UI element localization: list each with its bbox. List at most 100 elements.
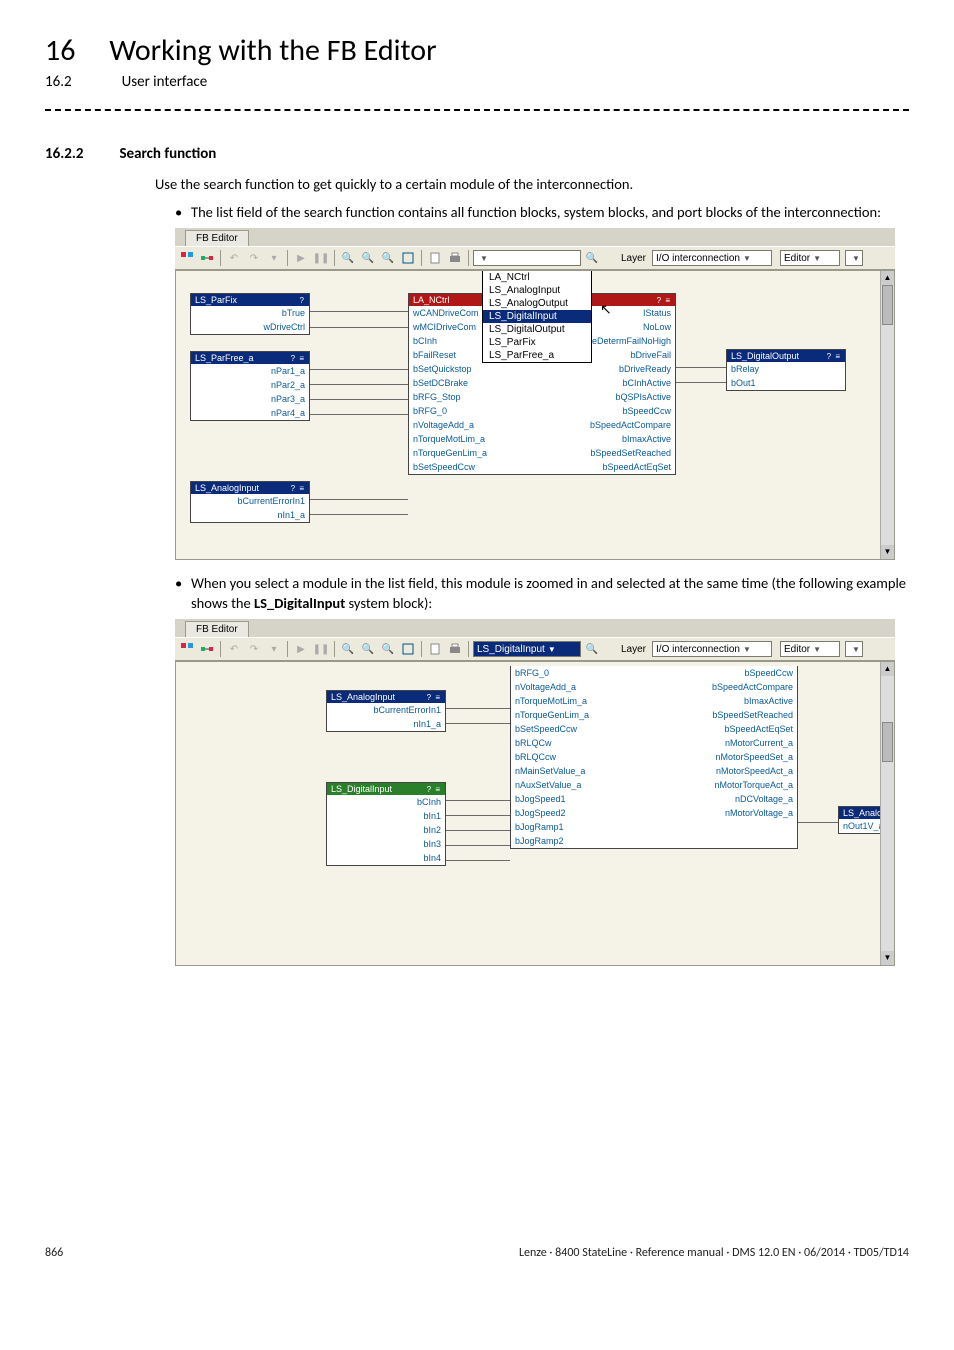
port[interactable]: bRFG_0 <box>511 666 654 680</box>
port[interactable]: nPar4_a <box>191 406 309 420</box>
list-item[interactable]: LS_ParFree_a <box>483 349 591 362</box>
port[interactable]: bSetSpeedCcw <box>409 460 542 474</box>
search-dropdown-list[interactable]: LA_NCtrl LS_AnalogInput LS_AnalogOutput … <box>482 270 592 363</box>
tool-undo-icon[interactable]: ↶ <box>225 249 243 267</box>
vertical-scrollbar[interactable]: ▲ ▼ <box>880 271 894 559</box>
port[interactable]: nMotorSpeedAct_a <box>654 764 797 778</box>
port[interactable]: bOut1 <box>727 376 845 390</box>
port[interactable]: bRFG_Stop <box>409 390 542 404</box>
tool-new-icon[interactable] <box>426 640 444 658</box>
tool-zoomin-icon[interactable]: 🔍 <box>339 249 357 267</box>
port[interactable]: bJogRamp2 <box>511 834 654 848</box>
list-item[interactable]: LS_AnalogInput <box>483 284 591 297</box>
port[interactable]: bCInhActive <box>542 376 675 390</box>
port[interactable]: nTorqueGenLim_a <box>511 708 654 722</box>
port[interactable]: bSpeedActCompare <box>654 680 797 694</box>
block-ls-parfree-a[interactable]: LS_ParFree_a? ≡ nPar1_a nPar2_a nPar3_a … <box>190 351 310 421</box>
block-ls-parfix[interactable]: LS_ParFix? bTrue wDriveCtrl <box>190 293 310 335</box>
port[interactable]: nMotorSpeedSet_a <box>654 750 797 764</box>
port[interactable]: bSpeedSetReached <box>542 446 675 460</box>
port[interactable]: nMotorVoltage_a <box>654 806 797 820</box>
port[interactable]: nMainSetValue_a <box>511 764 654 778</box>
port[interactable]: bRFG_0 <box>409 404 542 418</box>
port[interactable]: bIn1 <box>327 809 445 823</box>
port[interactable]: nVoltageAdd_a <box>511 680 654 694</box>
tab-fb-editor[interactable]: FB Editor <box>185 230 249 246</box>
port[interactable]: nTorqueGenLim_a <box>409 446 542 460</box>
tool-zoomout-icon[interactable]: 🔍 <box>359 249 377 267</box>
scroll-thumb[interactable] <box>882 722 893 762</box>
tool-zoomwin-icon[interactable] <box>399 249 417 267</box>
scroll-thumb[interactable] <box>882 285 893 325</box>
search-combo[interactable]: ▼ <box>473 250 581 266</box>
tool-zoomin-icon[interactable]: 🔍 <box>339 640 357 658</box>
tool-undo-icon[interactable]: ↶ <box>225 640 243 658</box>
editor-canvas[interactable]: LA_NCtrl LS_AnalogInput LS_AnalogOutput … <box>175 270 895 560</box>
port[interactable]: nDCVoltage_a <box>654 792 797 806</box>
port[interactable]: nIn1_a <box>327 717 445 731</box>
port[interactable]: bImaxActive <box>654 694 797 708</box>
tool-play-icon[interactable]: ▶ <box>292 249 310 267</box>
tool-redo-icon[interactable]: ↷ <box>245 640 263 658</box>
port[interactable]: bJogSpeed2 <box>511 806 654 820</box>
block-center[interactable]: bRFG_0 nVoltageAdd_a nTorqueMotLim_a nTo… <box>510 666 798 849</box>
port[interactable]: bSetDCBrake <box>409 376 542 390</box>
block-ls-analoginput[interactable]: LS_AnalogInput? ≡ bCurrentErrorIn1 nIn1_… <box>326 690 446 732</box>
port[interactable]: bSpeedCcw <box>654 666 797 680</box>
editor-extra-combo[interactable]: ▼ <box>845 250 863 266</box>
scroll-up-icon[interactable]: ▲ <box>881 271 894 285</box>
editor-canvas[interactable]: LS_AnalogInput? ≡ bCurrentErrorIn1 nIn1_… <box>175 661 895 966</box>
port[interactable]: nPar3_a <box>191 392 309 406</box>
tool-arrange-icon[interactable] <box>178 640 196 658</box>
scroll-up-icon[interactable]: ▲ <box>881 662 894 676</box>
layer-combo[interactable]: I/O interconnection ▼ <box>652 641 772 657</box>
list-item[interactable]: LS_ParFix <box>483 336 591 349</box>
tool-play-icon[interactable]: ▶ <box>292 640 310 658</box>
port[interactable]: nTorqueMotLim_a <box>409 432 542 446</box>
port[interactable]: bRLQCcw <box>511 750 654 764</box>
port[interactable]: nPar2_a <box>191 378 309 392</box>
port[interactable]: bJogSpeed1 <box>511 792 654 806</box>
port[interactable]: nMotorCurrent_a <box>654 736 797 750</box>
tool-zoomout-icon[interactable]: 🔍 <box>359 640 377 658</box>
tool-find-icon[interactable]: 🔍 <box>583 640 601 658</box>
search-combo[interactable]: LS_DigitalInput ▼ <box>473 641 581 657</box>
port[interactable]: bIn3 <box>327 837 445 851</box>
editor-combo[interactable]: Editor ▼ <box>780 641 840 657</box>
tool-print-icon[interactable] <box>446 249 464 267</box>
tool-zoomfit-icon[interactable]: 🔍 <box>379 640 397 658</box>
tool-zoomfit-icon[interactable]: 🔍 <box>379 249 397 267</box>
block-ls-digitaloutput[interactable]: LS_DigitalOutput? ≡ bRelay bOut1 <box>726 349 846 391</box>
port[interactable]: bSetQuickstop <box>409 362 542 376</box>
tool-history-icon[interactable]: ▾ <box>265 640 283 658</box>
tool-arrange-icon[interactable] <box>178 249 196 267</box>
port[interactable]: nTorqueMotLim_a <box>511 694 654 708</box>
port[interactable]: bSpeedActEqSet <box>542 460 675 474</box>
port[interactable]: bTrue <box>191 306 309 320</box>
port[interactable]: bIn2 <box>327 823 445 837</box>
port[interactable]: bSpeedSetReached <box>654 708 797 722</box>
port[interactable]: bSpeedActEqSet <box>654 722 797 736</box>
port[interactable]: bSpeedCcw <box>542 404 675 418</box>
list-item[interactable]: LA_NCtrl <box>483 271 591 284</box>
port[interactable]: bQSPIsActive <box>542 390 675 404</box>
port[interactable]: nMotorTorqueAct_a <box>654 778 797 792</box>
port[interactable]: nIn1_a <box>191 508 309 522</box>
layer-combo[interactable]: I/O interconnection ▼ <box>652 250 772 266</box>
list-item-selected[interactable]: LS_DigitalInput <box>483 310 591 323</box>
port[interactable]: nVoltageAdd_a <box>409 418 542 432</box>
tool-redo-icon[interactable]: ↷ <box>245 249 263 267</box>
tool-connect-icon[interactable] <box>198 640 216 658</box>
editor-combo[interactable]: Editor ▼ <box>780 250 840 266</box>
port[interactable]: bCurrentErrorIn1 <box>327 703 445 717</box>
tool-pause-icon[interactable]: ❚❚ <box>312 249 330 267</box>
scroll-down-icon[interactable]: ▼ <box>881 951 894 965</box>
port[interactable]: bCInh <box>327 795 445 809</box>
scroll-down-icon[interactable]: ▼ <box>881 545 894 559</box>
port[interactable]: nPar1_a <box>191 364 309 378</box>
tool-pause-icon[interactable]: ❚❚ <box>312 640 330 658</box>
tool-history-icon[interactable]: ▾ <box>265 249 283 267</box>
vertical-scrollbar[interactable]: ▲ ▼ <box>880 662 894 965</box>
port[interactable]: bDriveReady <box>542 362 675 376</box>
port[interactable]: bCurrentErrorIn1 <box>191 494 309 508</box>
